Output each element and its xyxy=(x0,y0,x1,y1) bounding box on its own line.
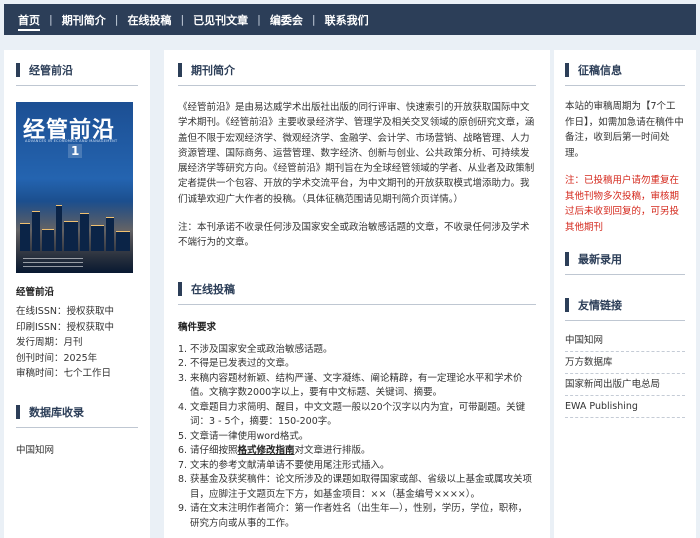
list-item: 3. 来稿内容题材新颖、结构严谨、文字凝练、阐论精辟，有一定理论水平和学术价值。文… xyxy=(178,372,523,399)
journal-cover-image[interactable]: 经管前沿 ADVANCES IN ECONOMICS AND MANAGEMEN… xyxy=(16,102,133,273)
latest-section-title: 最新录用 xyxy=(578,253,622,266)
intro-section-title: 期刊简介 xyxy=(191,64,235,77)
nav-online-submission[interactable]: 在线投稿 xyxy=(127,4,171,35)
nav-contact-us[interactable]: 联系我们 xyxy=(325,4,369,35)
link-wanfang[interactable]: 万方数据库 xyxy=(565,352,685,374)
section-bar-icon xyxy=(16,404,20,419)
cover-issue-number: 1 xyxy=(68,144,83,158)
journal-intro-text: 《经管前沿》是由易达威学术出版社出版的同行评审、快速索引的开放获取国际中文学术期… xyxy=(178,102,535,205)
top-nav-bar: 首页 | 期刊简介 | 在线投稿 | 已见刊文章 | 编委会 | 联系我们 xyxy=(4,4,696,35)
latest-section-header: 最新录用 xyxy=(565,251,685,275)
section-bar-icon xyxy=(178,281,182,296)
friend-links: 中国知网 万方数据库 国家新闻出版广电总局 EWA Publishing xyxy=(565,330,685,418)
journal-note-text: 注：本刊承诺不收录任何涉及国家安全或政治敏感话题的文章，不收录任何涉及学术不端行… xyxy=(178,222,530,249)
cover-footer-lines xyxy=(23,255,83,267)
list-item: 7. 文末的参考文献清单请不要使用尾注形式插入。 xyxy=(178,459,390,471)
database-link-cnki[interactable]: 中国知网 xyxy=(16,442,138,456)
database-section-header: 数据库收录 xyxy=(16,404,138,428)
list-item: 1. 不涉及国家安全或政治敏感话题。 xyxy=(178,343,333,355)
section-bar-icon xyxy=(16,63,20,77)
format-guide-link[interactable]: 格式修改指南 xyxy=(238,445,295,456)
link-nrta[interactable]: 国家新闻出版广电总局 xyxy=(565,374,685,396)
online-issn: 在线ISSN：授权获取中 xyxy=(16,306,114,317)
submission-section-title: 在线投稿 xyxy=(191,282,235,296)
publication-cycle: 发行周期：月刊 xyxy=(16,337,83,348)
nav-separator: | xyxy=(257,13,261,26)
right-sidebar: 征稿信息 本站的审稿周期为【7个工作日】，如需加急请在稿件中备注，收到后第一时间… xyxy=(554,50,696,538)
section-bar-icon xyxy=(178,63,182,77)
nav-separator: | xyxy=(180,13,185,26)
list-item: 9. 请在文末注明作者简介：第一作者姓名（出生年—），性别，学历，学位，职称，研究… xyxy=(178,503,528,529)
main-content: 期刊简介 《经管前沿》是由易达威学术出版社出版的同行评审、快速索引的开放获取国际… xyxy=(164,50,550,538)
nav-editorial-board[interactable]: 编委会 xyxy=(270,4,303,35)
founding-date: 创刊时间：2025年 xyxy=(16,352,98,364)
call-info-text: 本站的审稿周期为【7个工作日】，如需加急请在稿件中备注，收到后第一时间处理。 xyxy=(565,101,684,159)
link-cnki[interactable]: 中国知网 xyxy=(565,330,685,352)
list-item: 6. 请仔细按照格式修改指南对文章进行排版。 xyxy=(178,445,371,457)
list-item: 8. 获基金及获奖稿件：论文所涉及的课题如取得国家或部、省级以上基金或属攻关项目，… xyxy=(178,474,533,500)
nav-separator: | xyxy=(311,13,316,26)
print-issn: 印刷ISSN：授权获取中 xyxy=(16,321,114,333)
cover-subtitle: ADVANCES IN ECONOMICS AND MANAGEMENT xyxy=(25,139,118,143)
list-item: 2. 不得是已发表过的文章。 xyxy=(178,358,295,370)
section-bar-icon xyxy=(565,63,569,77)
nav-published-articles[interactable]: 已见刊文章 xyxy=(193,4,248,35)
nav-separator: | xyxy=(49,13,53,26)
submission-section-header: 在线投稿 xyxy=(178,281,536,305)
database-section-title: 数据库收录 xyxy=(29,405,84,419)
left-sidebar: 经管前沿 经管前沿 ADVANCES IN ECONOMICS AND MANA… xyxy=(4,50,150,538)
review-time: 审稿时间：七个工作日 xyxy=(16,368,112,379)
intro-section-header: 期刊简介 xyxy=(178,62,536,86)
requirements-heading: 稿件要求 xyxy=(178,321,217,333)
journal-section-title: 经管前沿 xyxy=(29,64,73,77)
nav-separator: | xyxy=(114,13,119,26)
nav-home[interactable]: 首页 xyxy=(18,4,40,35)
section-bar-icon xyxy=(565,298,569,312)
call-section-title: 征稿信息 xyxy=(578,64,622,77)
links-section-header: 友情链接 xyxy=(565,297,685,321)
links-section-title: 友情链接 xyxy=(578,299,622,312)
journal-info: 经管前沿 在线ISSN：授权获取中 印刷ISSN：授权获取中 发行周期：月刊 创… xyxy=(16,284,138,382)
link-ewa-publishing[interactable]: EWA Publishing xyxy=(565,396,685,418)
list-item: 5. 文章请一律使用word格式。 xyxy=(178,430,309,442)
journal-section-header: 经管前沿 xyxy=(16,62,138,86)
section-bar-icon xyxy=(565,252,569,266)
nav-journal-intro[interactable]: 期刊简介 xyxy=(62,4,106,35)
warning-text: 注：已投稿用户请勿重复在其他刊物多次投稿，审核期过后未收到回复的，可另投其他期刊 xyxy=(565,175,680,233)
journal-info-name: 经管前沿 xyxy=(16,287,55,298)
requirements-list: 1. 不涉及国家安全或政治敏感话题。 2. 不得是已发表过的文章。 3. 来稿内容题材… xyxy=(178,343,536,532)
call-section-header: 征稿信息 xyxy=(565,62,685,86)
list-item: 4. 文章题目力求简明、醒目，中文文题一般以20个汉字以内为宜，可带副题。关键词：… xyxy=(178,401,526,428)
